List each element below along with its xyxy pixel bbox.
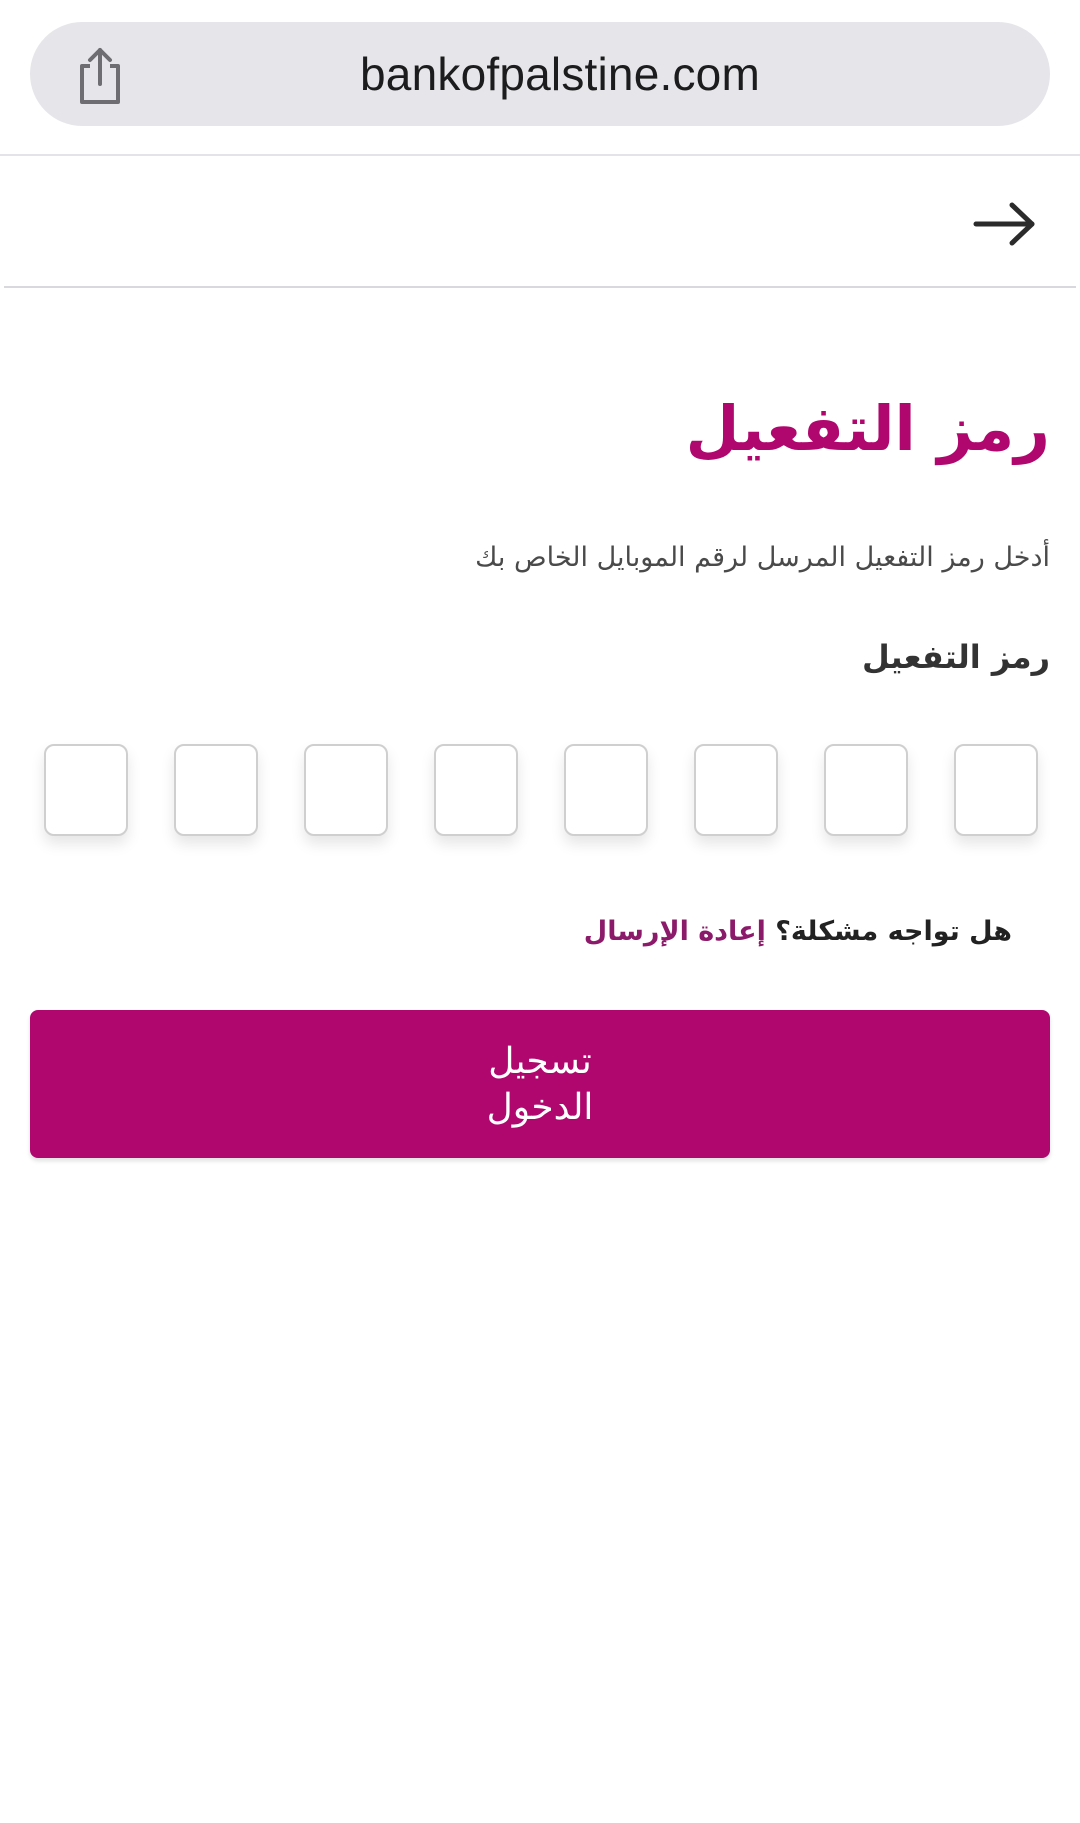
resend-line: هل تواجه مشكلة؟ إعادة الإرسال bbox=[584, 916, 1012, 947]
browser-url-bar[interactable]: bankofpalstine.com bbox=[30, 22, 1050, 126]
otp-digit-input[interactable] bbox=[564, 744, 648, 836]
resend-link[interactable]: إعادة الإرسال bbox=[584, 916, 766, 947]
otp-digit-input[interactable] bbox=[44, 744, 128, 836]
otp-input-group bbox=[44, 744, 1038, 836]
otp-digit-input[interactable] bbox=[304, 744, 388, 836]
problem-text: هل تواجه مشكلة؟ bbox=[775, 916, 1012, 947]
login-button-label: تسجيل الدخول bbox=[486, 1040, 594, 1127]
page: bankofpalstine.com رمز التفعيل أدخل رمز … bbox=[0, 0, 1080, 1823]
login-button[interactable]: تسجيل الدخول bbox=[30, 1010, 1050, 1158]
page-title: رمز التفعيل bbox=[685, 392, 1050, 465]
otp-digit-input[interactable] bbox=[824, 744, 908, 836]
otp-digit-input[interactable] bbox=[434, 744, 518, 836]
otp-digit-input[interactable] bbox=[954, 744, 1038, 836]
arrow-right-icon[interactable] bbox=[972, 200, 1038, 248]
activation-code-label: رمز التفعيل bbox=[861, 638, 1050, 676]
app-header bbox=[0, 156, 1080, 286]
header-divider bbox=[4, 286, 1076, 288]
otp-digit-input[interactable] bbox=[694, 744, 778, 836]
url-text[interactable]: bankofpalstine.com bbox=[30, 22, 1050, 126]
instructions-text: أدخل رمز التفعيل المرسل لرقم الموبايل ال… bbox=[475, 542, 1050, 573]
otp-digit-input[interactable] bbox=[174, 744, 258, 836]
